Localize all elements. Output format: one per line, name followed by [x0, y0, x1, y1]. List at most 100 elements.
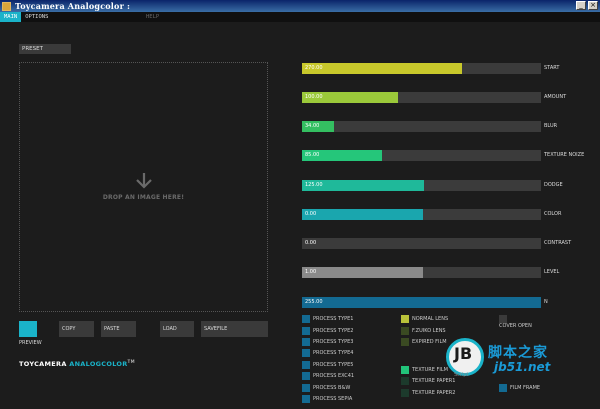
option-label: PROCESS TYPE2: [313, 328, 354, 334]
preview-button[interactable]: [19, 321, 37, 337]
option-checkbox[interactable]: [302, 372, 310, 380]
slider-label: TEXTURE NOIZE: [544, 152, 585, 158]
slider-label: AMOUNT: [544, 94, 567, 100]
brand-part2: ANALOGCOLOR: [69, 360, 128, 369]
option-process-type[interactable]: PROCESS TYPE3: [302, 338, 353, 346]
option-label: PROCESS TYPE3: [313, 339, 354, 345]
slider-label: BLUR: [544, 123, 558, 129]
option-label: EXPIRED FILM: [412, 339, 447, 345]
app-icon: [2, 1, 11, 11]
slider-label: DODGE: [544, 182, 563, 188]
option-checkbox[interactable]: [401, 315, 409, 323]
option-checkbox[interactable]: [302, 315, 310, 323]
option-checkbox[interactable]: [302, 349, 310, 357]
title-bar: Toycamera Analogcolor : _ ×: [0, 0, 600, 12]
slider-value: 255.00: [305, 299, 323, 305]
slider-fill: [302, 267, 423, 278]
slider-color[interactable]: 0.00: [302, 209, 541, 220]
option-texture[interactable]: TEXTURE FILM: [401, 366, 448, 374]
option-checkbox[interactable]: [401, 389, 409, 397]
option-label: PROCESS B&W: [313, 385, 351, 391]
menu-main[interactable]: MAIN: [0, 12, 22, 22]
savefile-button[interactable]: SAVEFILE: [201, 321, 268, 337]
option-checkbox[interactable]: [499, 315, 507, 323]
slider-fill: [302, 209, 423, 220]
option-label: PROCESS TYPE5: [313, 362, 354, 368]
minimize-button[interactable]: _: [576, 1, 586, 10]
slider-start[interactable]: 270.00: [302, 63, 541, 74]
slider-amount[interactable]: 100.00: [302, 92, 541, 103]
watermark-letters: JB: [454, 344, 473, 363]
paste-button[interactable]: PASTE: [101, 321, 136, 337]
slider-n[interactable]: 255.00: [302, 297, 541, 308]
option-checkbox[interactable]: [499, 384, 507, 392]
option-label: COVER OPEN: [499, 323, 532, 329]
preview-label: PREVIEW: [19, 340, 42, 346]
menu-options[interactable]: OPTIONS: [21, 12, 52, 22]
option-process-type[interactable]: PROCESS TYPE4: [302, 349, 353, 357]
slider-value: 0.00: [305, 211, 317, 217]
option-checkbox[interactable]: [302, 338, 310, 346]
menu-help[interactable]: HELP: [142, 12, 163, 22]
option-label: TEXTURE PAPER2: [412, 390, 456, 396]
slider-label: N: [544, 299, 548, 305]
menu-bar: MAIN OPTIONS HELP: [0, 12, 600, 22]
option-lens[interactable]: F.ZUIKO LENS: [401, 327, 446, 335]
option-process-type[interactable]: PROCESS SEPIA: [302, 395, 352, 403]
option-process-type[interactable]: PROCESS B&W: [302, 384, 350, 392]
slider-contrast[interactable]: 0.00: [302, 238, 541, 249]
slider-value: 100.00: [305, 94, 323, 100]
option-texture[interactable]: TEXTURE PAPER1: [401, 377, 455, 385]
watermark-site-name: 脚本之家: [488, 345, 548, 361]
preset-button[interactable]: PRESET: [19, 44, 71, 54]
option-process-type[interactable]: PROCESS TYPE1: [302, 315, 353, 323]
slider-value: 0.00: [305, 240, 317, 246]
slider-fill: [302, 297, 541, 308]
option-lens[interactable]: EXPIRED FILM: [401, 338, 447, 346]
option-process-type[interactable]: PROCESS EXC41: [302, 372, 354, 380]
option-checkbox[interactable]: [401, 366, 409, 374]
option-film-frame[interactable]: FILM FRAME: [499, 384, 540, 392]
brand-logo: TOYCAMERA ANALOGCOLORTM: [19, 359, 135, 368]
option-label: PROCESS SEPIA: [313, 396, 353, 402]
option-checkbox[interactable]: [302, 395, 310, 403]
option-checkbox[interactable]: [302, 361, 310, 369]
option-process-type[interactable]: PROCESS TYPE5: [302, 361, 353, 369]
option-label: PROCESS TYPE4: [313, 350, 354, 356]
option-label: FILM FRAME: [510, 385, 541, 391]
slider-blur[interactable]: 34.00: [302, 121, 541, 132]
load-button[interactable]: LOAD: [160, 321, 194, 337]
option-label: PROCESS TYPE1: [313, 316, 354, 322]
option-checkbox[interactable]: [401, 338, 409, 346]
close-button[interactable]: ×: [588, 1, 598, 10]
option-process-type[interactable]: PROCESS TYPE2: [302, 327, 353, 335]
option-lens[interactable]: NORMAL LENS: [401, 315, 448, 323]
option-label: TEXTURE PAPER1: [412, 378, 456, 384]
option-checkbox[interactable]: [302, 384, 310, 392]
option-label: TEXTURE FILM: [412, 367, 448, 373]
image-drop-zone[interactable]: DROP AN IMAGE HERE!: [19, 62, 268, 312]
option-label: PROCESS EXC41: [313, 373, 355, 379]
slider-value: 270.00: [305, 65, 323, 71]
option-label: F.ZUIKO LENS: [412, 328, 446, 334]
brand-part1: TOYCAMERA: [19, 360, 67, 369]
slider-value: 85.00: [305, 152, 320, 158]
drop-hint: DROP AN IMAGE HERE!: [102, 194, 185, 201]
option-label: NORMAL LENS: [412, 316, 449, 322]
slider-level[interactable]: 1.00: [302, 267, 541, 278]
window-controls: _ ×: [576, 1, 598, 10]
copy-button[interactable]: COPY: [59, 321, 94, 337]
slider-dodge[interactable]: 125.00: [302, 180, 541, 191]
option-texture[interactable]: TEXTURE PAPER2: [401, 389, 455, 397]
slider-value: 34.00: [305, 123, 320, 129]
slider-fill: [302, 63, 463, 74]
brand-tm: TM: [127, 359, 135, 364]
option-checkbox[interactable]: [302, 327, 310, 335]
slider-label: COLOR: [544, 211, 562, 217]
option-checkbox[interactable]: [401, 327, 409, 335]
window-title: Toycamera Analogcolor :: [15, 1, 131, 11]
slider-texture-noize[interactable]: 85.00: [302, 150, 541, 161]
slider-value: 125.00: [305, 182, 323, 188]
option-checkbox[interactable]: [401, 377, 409, 385]
option-cover-open[interactable]: COVER OPEN: [499, 315, 532, 335]
